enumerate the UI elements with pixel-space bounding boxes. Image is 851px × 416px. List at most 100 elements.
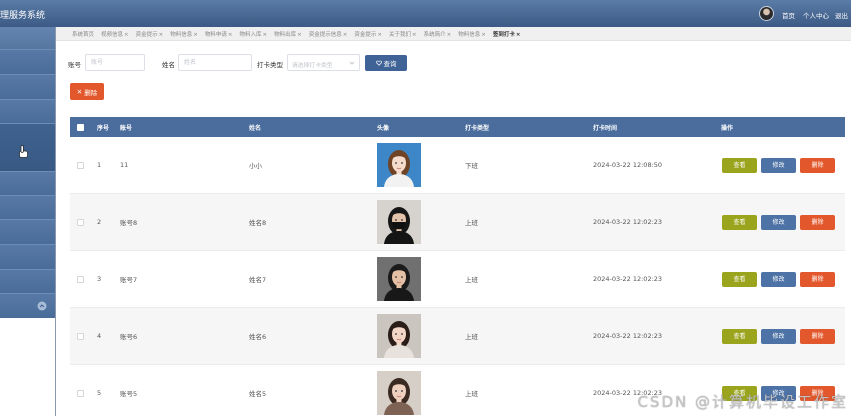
close-icon[interactable]: × [297,32,302,38]
view-button[interactable]: 查看 [722,271,757,287]
punch-type-select[interactable]: 请选择打卡类型 [287,54,360,71]
cell-type: 下班 [462,137,590,194]
sidebar-item[interactable] [0,196,55,220]
delete-row-button[interactable]: 删除 [800,328,835,344]
tab-label: 资金提示 [135,32,158,38]
tab-item[interactable]: 物料入库× [240,32,268,38]
tab-item[interactable]: 物料信息× [458,32,486,38]
cell-name: 姓名8 [246,193,374,251]
table-row: 3 账号7 姓名7 上班 2024-03-22 12:02:23 查看 修改 删除 [70,250,845,308]
tab-item[interactable]: 视频信息× [101,32,129,38]
column-header-account: 账号 [117,117,246,137]
avatar-image [377,257,421,301]
edit-button[interactable]: 修改 [761,385,796,401]
tab-item[interactable]: 物料出库× [274,32,302,38]
table-row: 1 11 小小 下班 2024-03-22 12:08:50 查看 修改 删除 [70,137,845,194]
close-icon[interactable]: × [447,32,452,38]
sidebar-item[interactable] [0,245,55,270]
cell-actions: 查看 修改 删除 [718,250,845,308]
cell-avatar [374,193,462,251]
tab-item[interactable]: 资金提示× [136,32,164,38]
tab-label: 资金提示信息 [308,32,342,38]
row-checkbox[interactable] [77,161,84,169]
row-checkbox[interactable] [77,218,84,226]
close-icon[interactable]: × [124,32,129,38]
delete-row-button[interactable]: 删除 [800,214,835,230]
cell-time: 2024-03-22 12:02:23 [590,307,718,365]
row-checkbox[interactable] [77,332,84,340]
edit-button[interactable]: 修改 [761,328,796,344]
close-icon[interactable]: × [343,32,348,38]
tab-item[interactable]: 物料申请× [205,32,233,38]
row-checkbox-cell [70,307,92,365]
sidebar-item[interactable] [0,75,55,100]
row-checkbox[interactable] [77,275,84,283]
tab-item[interactable]: 系统简介× [424,32,452,38]
close-icon[interactable]: × [159,32,164,38]
delete-row-button[interactable]: 删除 [800,271,835,287]
batch-delete-button[interactable]: ✕ 删除 [70,83,104,100]
tab-item[interactable]: 签到打卡× [493,32,521,38]
sidebar-item[interactable] [0,27,55,50]
user-avatar[interactable] [759,6,774,21]
account-input[interactable] [85,54,145,71]
column-header-index: 序号 [92,117,117,137]
records-table-container: 序号 账号 姓名 头像 打卡类型 打卡时间 操作 1 11 小小 下班 2024-03-22 12:… [70,117,845,416]
cell-actions: 查看 修改 删除 [718,193,845,251]
cell-index: 1 [92,137,117,194]
view-button[interactable]: 查看 [722,328,757,344]
edit-button[interactable]: 修改 [761,157,796,173]
close-icon[interactable]: × [228,32,233,38]
row-checkbox[interactable] [77,389,84,397]
close-icon[interactable]: × [377,32,382,38]
sidebar-item[interactable] [0,270,55,294]
tab-label: 关于我们 [389,32,412,38]
cell-avatar [374,250,462,308]
table-header-row: 序号 账号 姓名 头像 打卡类型 打卡时间 操作 [70,117,845,137]
sidebar-item[interactable] [0,100,55,124]
nav-home-link[interactable]: 首页 [782,10,795,20]
select-all-checkbox[interactable] [77,123,84,131]
row-checkbox-cell [70,364,92,416]
edit-button[interactable]: 修改 [761,271,796,287]
tab-item[interactable]: 资金提示信息× [309,32,348,38]
cell-avatar [374,364,462,416]
name-input[interactable] [178,54,252,71]
tab-item[interactable]: 关于我们× [389,32,417,38]
search-button[interactable]: 查询 [365,55,407,71]
view-button[interactable]: 查看 [722,214,757,230]
tab-item[interactable]: 资金提示× [354,32,382,38]
close-icon[interactable]: × [263,32,268,38]
close-icon[interactable]: × [193,32,198,38]
edit-button[interactable]: 修改 [761,214,796,230]
view-button[interactable]: 查看 [722,157,757,173]
tab-item[interactable]: 系统首页 [72,32,94,38]
punch-type-placeholder: 请选择打卡类型 [292,63,333,69]
sidebar-menu [0,27,55,318]
cell-account: 账号6 [117,307,246,365]
table-header: 序号 账号 姓名 头像 打卡类型 打卡时间 操作 [70,117,845,137]
close-icon[interactable]: × [412,32,417,38]
sidebar-item[interactable] [0,172,55,196]
nav-profile-link[interactable]: 个人中心 [803,10,829,20]
row-checkbox-cell [70,250,92,308]
delete-row-button[interactable]: 删除 [800,385,835,401]
sidebar-item[interactable] [0,220,55,245]
row-checkbox-cell [70,193,92,251]
cell-index: 3 [92,250,117,308]
cell-time: 2024-03-22 12:02:23 [590,250,718,308]
delete-row-button[interactable]: 删除 [800,157,835,173]
chevron-up-icon[interactable] [37,301,47,311]
search-button-label: 查询 [383,60,397,68]
cell-name: 姓名7 [246,250,374,308]
view-button[interactable]: 查看 [722,385,757,401]
close-icon[interactable]: × [481,32,486,38]
sidebar-item-collapse[interactable] [0,294,55,318]
tab-label: 物料信息 [458,32,481,38]
close-icon[interactable]: × [516,32,521,38]
cell-type: 上班 [462,193,590,251]
column-header-time: 打卡时间 [590,117,718,137]
nav-logout-link[interactable]: 退出 [835,10,848,20]
sidebar-item[interactable] [0,50,55,75]
tab-item[interactable]: 物料信息× [170,32,198,38]
